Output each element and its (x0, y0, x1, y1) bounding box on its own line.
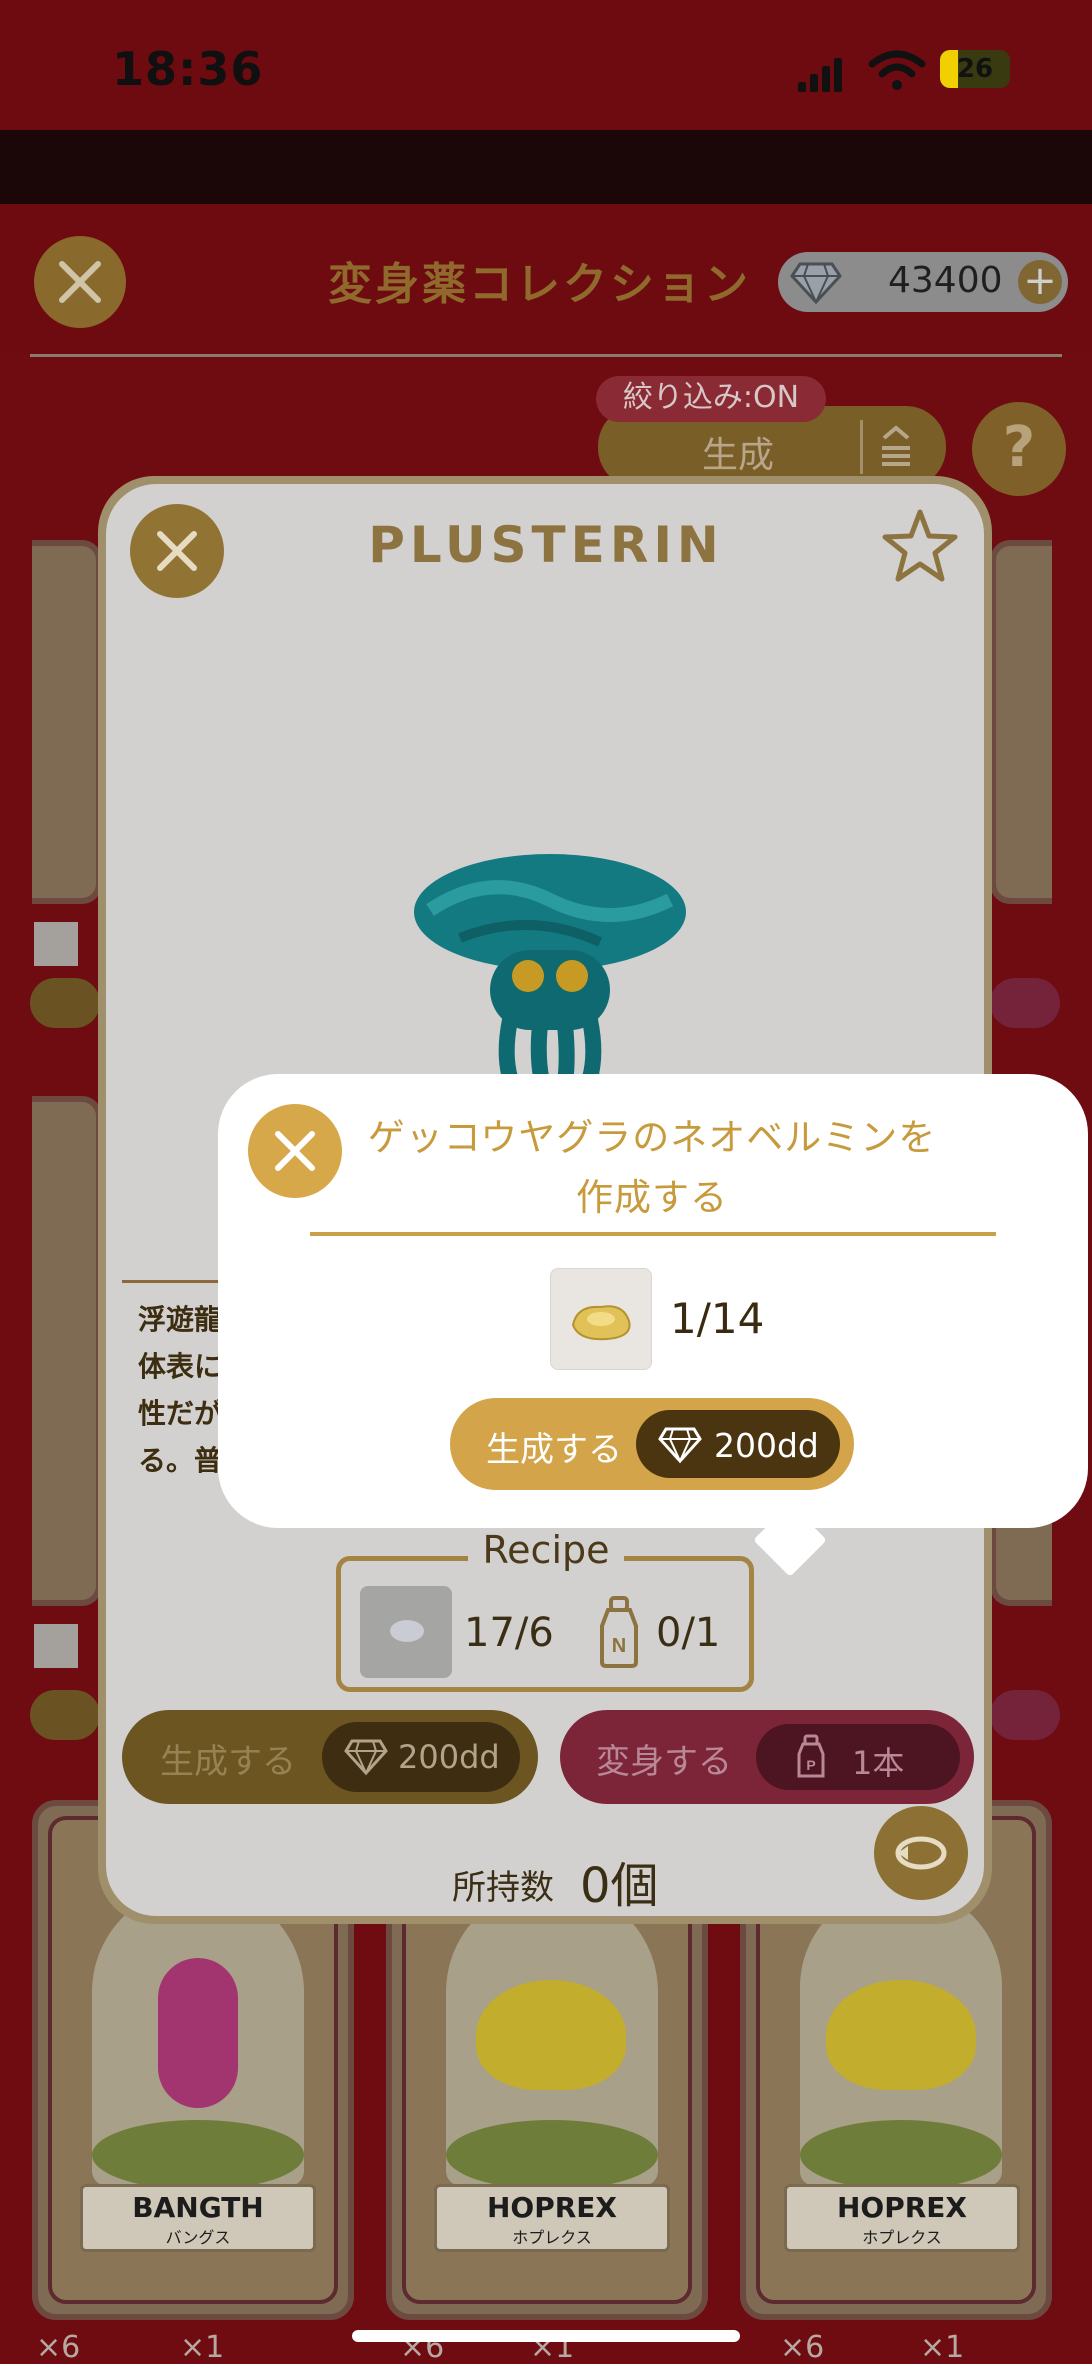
gem-icon (658, 1427, 702, 1464)
battery-icon: 26 (940, 50, 1010, 88)
card-bg-left-2 (32, 1096, 102, 1606)
card-plaque: BANGTH バングス (80, 2184, 316, 2252)
recipe-ingredient-count: 17/6 (464, 1610, 554, 1656)
status-time: 18:36 (112, 42, 264, 96)
transform-label: 変身する (596, 1742, 732, 1782)
transform-cost-pill: P 1本 (756, 1724, 960, 1790)
sort-icon (882, 425, 910, 466)
popup-title-line1: ゲッコウヤグラのネオベルミンを (367, 1116, 937, 1159)
popup-generate-cost: 200dd (714, 1426, 819, 1465)
card-bottle-count: ×1 (920, 2330, 965, 2364)
battery-level: 26 (956, 54, 994, 84)
add-gems-button[interactable]: + (1018, 260, 1062, 304)
gem-icon (344, 1739, 388, 1776)
nav-band (0, 130, 1092, 204)
popup-generate-cost-pill: 200dd (636, 1410, 840, 1478)
card-name: HOPREX (486, 2191, 618, 2224)
popup-ingredient-count: 1/14 (670, 1294, 765, 1343)
gem-balance: 43400 + (778, 252, 1068, 312)
card-item-count: ×6 (780, 2330, 825, 2364)
close-icon (157, 531, 197, 571)
popup-generate-label: 生成する (486, 1430, 622, 1470)
rotate-icon (895, 1836, 947, 1870)
page-title: 変身薬コレクション (328, 259, 751, 310)
recipe-bottle-count: 0/1 (656, 1610, 721, 1656)
card-plaque: HOPREX ホプレクス (434, 2184, 670, 2252)
card-bg-left-1 (32, 540, 102, 904)
generate-cost-pill: 200dd (322, 1722, 520, 1792)
header-divider (30, 354, 1062, 357)
creature-figure (158, 1958, 238, 2108)
card-generate-pill (30, 978, 100, 1028)
transform-button[interactable]: 変身する P 1本 (560, 1710, 974, 1804)
close-icon (59, 261, 101, 303)
popup-title: ゲッコウヤグラのネオベルミンを 作成する (342, 1108, 962, 1228)
card-item-icon (34, 1624, 78, 1668)
popup-divider (310, 1232, 996, 1236)
card-grass (446, 2120, 658, 2190)
recipe-ingredient-image (360, 1586, 452, 1678)
close-collection-button[interactable] (34, 236, 126, 328)
ingredient-icon (571, 1305, 631, 1341)
card-grass (92, 2120, 304, 2190)
sort-separator (860, 420, 863, 474)
filter-status-badge[interactable]: 絞り込み:ON (596, 376, 826, 422)
card-bg-right-1 (990, 540, 1052, 904)
sort-label: 生成 (702, 435, 775, 476)
card-name: BANGTH (132, 2191, 264, 2224)
card-transform-pill (990, 1690, 1060, 1740)
card-grass (800, 2120, 1002, 2190)
transform-cost: 1本 (852, 1744, 905, 1782)
help-button[interactable]: ? (972, 402, 1066, 496)
gem-icon (790, 262, 842, 304)
owned-value: 0個 (580, 1858, 659, 1914)
popup-title-line2: 作成する (576, 1176, 728, 1219)
favorite-star-icon[interactable] (880, 506, 960, 586)
rotate-button[interactable] (874, 1806, 968, 1900)
card-item-icon (34, 922, 78, 966)
svg-text:P: P (806, 1757, 815, 1773)
recipe-title: Recipe (468, 1528, 624, 1572)
generate-cost: 200dd (398, 1738, 500, 1776)
close-icon (275, 1131, 315, 1171)
svg-text:N: N (612, 1635, 626, 1657)
card-kana: ホプレクス (512, 2228, 592, 2247)
bottle-icon: P (797, 1734, 825, 1778)
creature-illustration (414, 854, 686, 1110)
creature-figure (826, 1980, 976, 2090)
generate-label: 生成する (160, 1742, 296, 1782)
card-bottle-count: ×1 (180, 2330, 225, 2364)
wifi-icon (868, 50, 926, 90)
card-kana: ホプレクス (862, 2228, 942, 2247)
owned-label: 所持数 (452, 1868, 554, 1908)
bottle-icon: N (600, 1596, 638, 1668)
popup-ingredient-image (550, 1268, 652, 1370)
modal-title: PLUSTERIN (368, 516, 724, 574)
card-transform-pill (990, 978, 1060, 1028)
close-detail-button[interactable] (130, 504, 224, 598)
card-generate-pill (30, 1690, 100, 1740)
signal-icon (798, 58, 844, 92)
card-kana: バングス (165, 2228, 231, 2247)
generate-button[interactable]: 生成する 200dd (122, 1710, 538, 1804)
ingredient-flower-icon (390, 1620, 424, 1642)
popup-generate-button[interactable]: 生成する 200dd (450, 1398, 854, 1490)
card-plaque: HOPREX ホプレクス (784, 2184, 1020, 2252)
card-item-count: ×6 (36, 2330, 81, 2364)
card-name: HOPREX (836, 2191, 968, 2224)
gem-count: 43400 (888, 260, 1003, 301)
close-popup-button[interactable] (248, 1104, 342, 1198)
creature-figure (476, 1980, 626, 2090)
home-indicator[interactable] (352, 2330, 740, 2342)
